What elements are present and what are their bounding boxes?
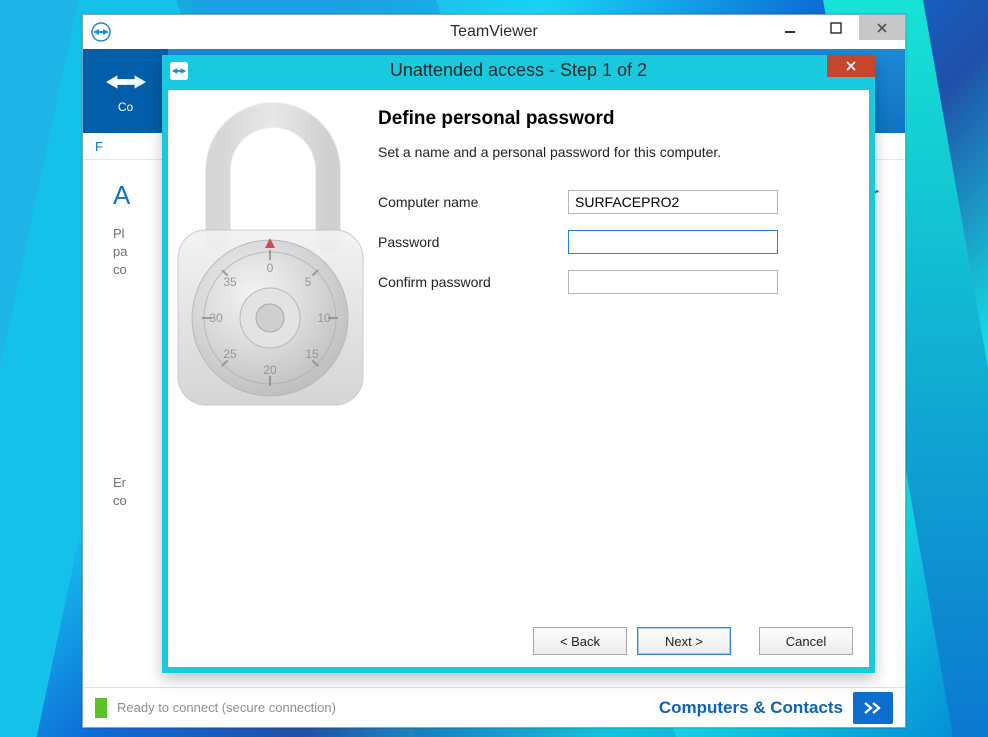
teamviewer-logo-icon	[168, 60, 190, 82]
window-titlebar[interactable]: TeamViewer	[83, 15, 905, 49]
form-area: Define personal password Set a name and …	[368, 90, 869, 612]
tab-label: Co	[118, 100, 133, 114]
status-indicator-icon	[95, 698, 107, 718]
computer-name-label: Computer name	[378, 194, 568, 210]
svg-text:0: 0	[267, 261, 274, 275]
computer-name-input[interactable]	[568, 190, 778, 214]
svg-text:15: 15	[305, 347, 319, 361]
cancel-button[interactable]: Cancel	[759, 627, 853, 655]
dialog-title: Unattended access - Step 1 of 2	[162, 60, 875, 81]
dialog-button-row: < Back Next > Cancel	[533, 627, 853, 655]
password-label: Password	[378, 234, 568, 250]
window-controls	[767, 15, 905, 42]
dialog-description: Set a name and a personal password for t…	[378, 144, 849, 160]
confirm-password-label: Confirm password	[378, 274, 568, 290]
statusbar: Ready to connect (secure connection) Com…	[83, 687, 905, 727]
row-confirm-password: Confirm password	[378, 270, 849, 294]
row-password: Password	[378, 230, 849, 254]
menu-item[interactable]: F	[95, 139, 103, 154]
expand-panel-button[interactable]	[853, 692, 893, 724]
dialog-titlebar[interactable]: Unattended access - Step 1 of 2	[162, 55, 875, 90]
next-button[interactable]: Next >	[637, 627, 731, 655]
back-button[interactable]: < Back	[533, 627, 627, 655]
svg-text:30: 30	[209, 311, 223, 325]
status-text: Ready to connect (secure connection)	[117, 700, 659, 715]
close-button[interactable]	[859, 15, 905, 40]
svg-text:25: 25	[223, 347, 237, 361]
minimize-button[interactable]	[767, 15, 813, 40]
password-input[interactable]	[568, 230, 778, 254]
svg-text:20: 20	[263, 363, 277, 377]
row-computer-name: Computer name	[378, 190, 849, 214]
arrows-icon	[106, 68, 146, 96]
svg-text:35: 35	[223, 275, 237, 289]
lock-image-area: 0 5 10 15 20 25 30 35	[168, 90, 368, 612]
dialog-heading: Define personal password	[378, 108, 849, 130]
computers-contacts-link[interactable]: Computers & Contacts	[659, 698, 843, 718]
dialog-close-button[interactable]	[827, 55, 875, 77]
unattended-access-dialog: Unattended access - Step 1 of 2	[162, 55, 875, 673]
maximize-button[interactable]	[813, 15, 859, 40]
dialog-body: 0 5 10 15 20 25 30 35 Define personal pa…	[168, 90, 869, 612]
svg-text:10: 10	[317, 311, 331, 325]
svg-text:5: 5	[305, 275, 312, 289]
teamviewer-logo-icon	[89, 20, 113, 44]
confirm-password-input[interactable]	[568, 270, 778, 294]
